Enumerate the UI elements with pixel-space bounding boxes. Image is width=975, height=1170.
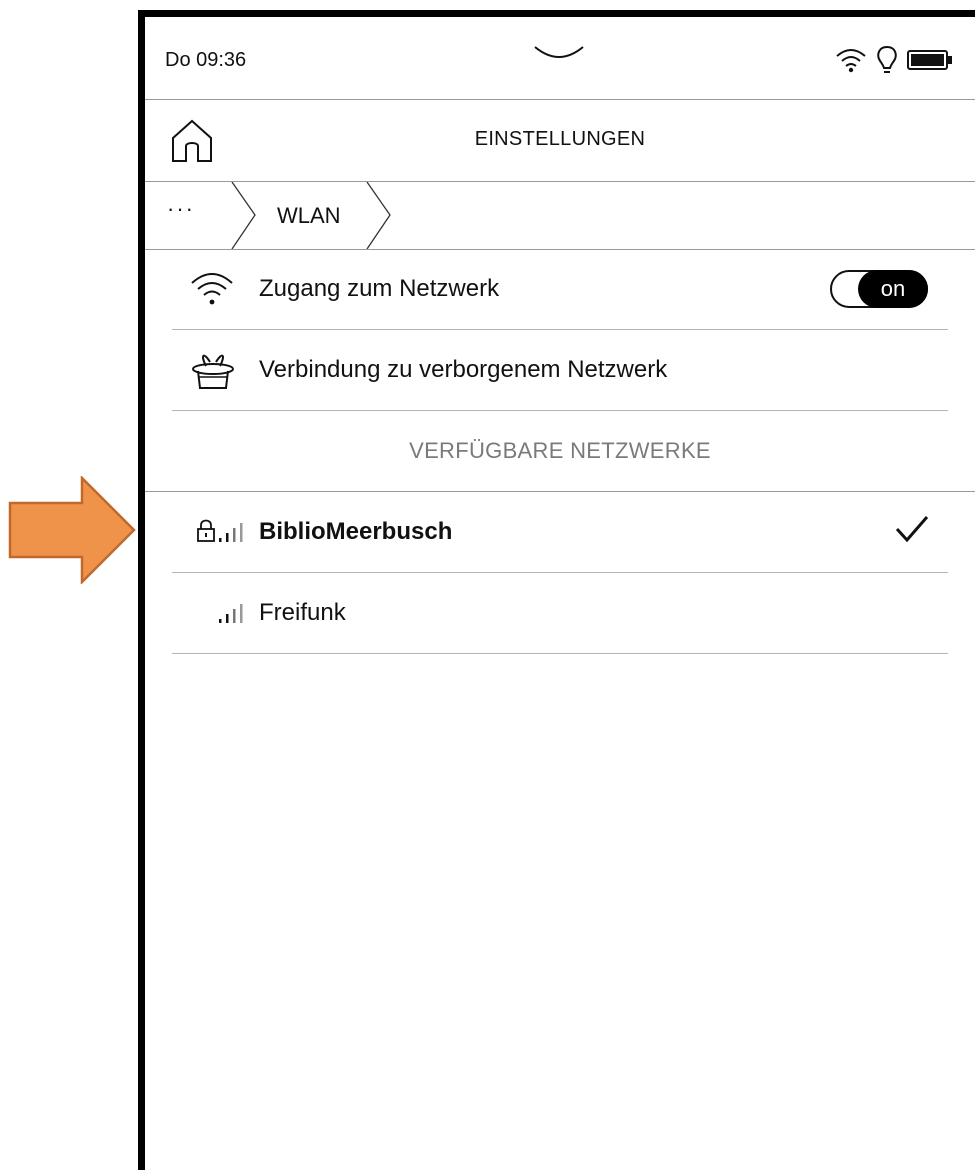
hidden-network-label: Verbindung zu verborgenem Netzwerk — [259, 356, 668, 383]
toggle-state: on — [858, 270, 928, 308]
available-networks-title: VERFÜGBARE NETZWERKE — [409, 438, 711, 463]
wifi-icon — [191, 273, 233, 305]
breadcrumb: ··· WLAN — [145, 182, 975, 250]
battery-icon — [907, 50, 952, 70]
network-access-toggle[interactable]: on — [830, 270, 928, 308]
checkmark-icon — [895, 516, 929, 543]
breadcrumb-current: WLAN — [277, 203, 341, 228]
network-name: Freifunk — [259, 599, 346, 626]
hidden-network-row[interactable]: Verbindung zu verborgenem Netzwerk — [172, 330, 948, 411]
lock-signal-icon — [197, 519, 243, 542]
status-time: Do 09:36 — [165, 49, 247, 71]
signal-strength-icon — [219, 604, 243, 623]
network-access-row[interactable]: Zugang zum Netzwerk on — [172, 249, 948, 330]
network-access-label: Zugang zum Netzwerk — [259, 275, 500, 302]
title-bar: EINSTELLUNGEN — [145, 100, 975, 182]
status-bar: Do 09:36 — [145, 17, 975, 100]
callout-arrow — [8, 476, 136, 584]
breadcrumb-separator-icon — [366, 182, 391, 249]
available-networks-header: VERFÜGBARE NETZWERKE — [145, 411, 975, 492]
magic-hat-icon — [192, 354, 234, 389]
lightbulb-icon[interactable] — [875, 45, 899, 75]
page-title: EINSTELLUNGEN — [474, 128, 646, 150]
status-icons — [835, 45, 953, 75]
breadcrumb-separator-icon — [231, 182, 256, 249]
network-item[interactable]: Freifunk — [172, 573, 948, 654]
screen: Do 09:36 EINSTELLUNGEN ··· WLAN Zugang z… — [145, 17, 975, 1149]
breadcrumb-overflow[interactable]: ··· — [167, 196, 195, 222]
network-name: BiblioMeerbusch — [259, 518, 453, 545]
network-item[interactable]: BiblioMeerbusch — [172, 492, 948, 573]
chevron-down-icon[interactable] — [533, 43, 585, 65]
wifi-icon — [836, 49, 866, 73]
